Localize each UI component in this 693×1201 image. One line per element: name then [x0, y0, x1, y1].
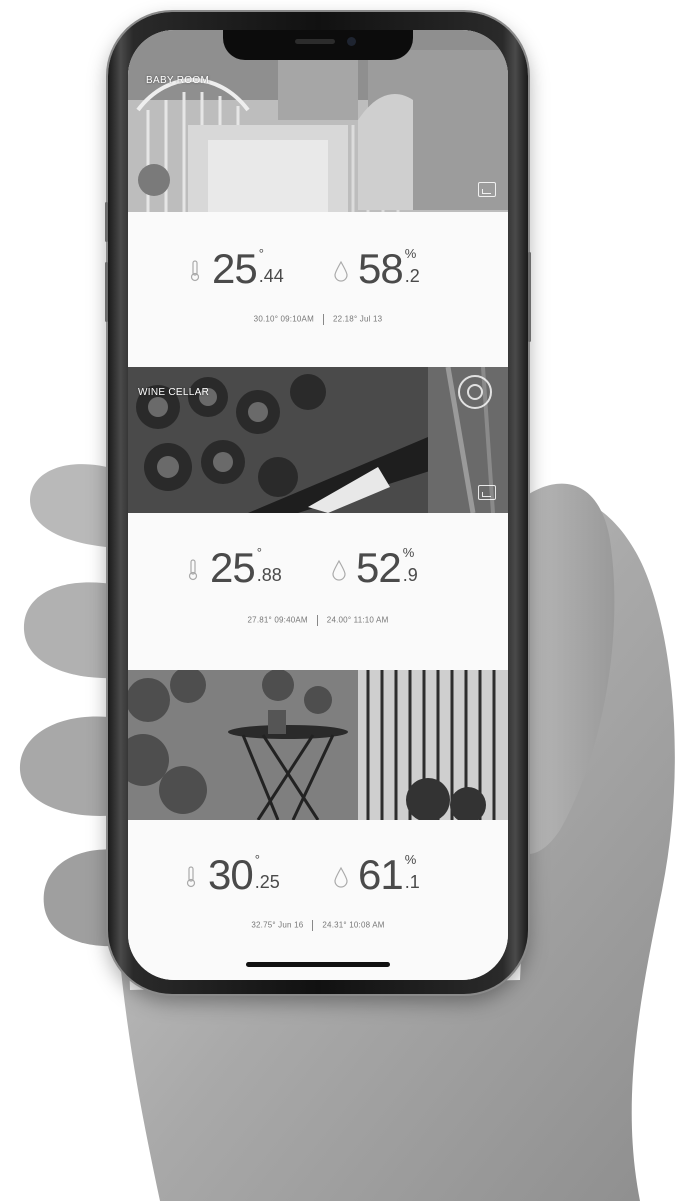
thermometer-icon: [190, 260, 200, 282]
thermometer-icon: [186, 866, 196, 888]
room-label: BABY ROOM: [146, 75, 210, 86]
volume-up-button: [105, 262, 108, 322]
droplet-icon: [334, 866, 348, 888]
stat-divider: [316, 615, 318, 626]
temperature-decimal: .25: [254, 872, 280, 892]
humidity-value: 58: [358, 245, 404, 292]
temperature-reading: 25 ° .44: [188, 245, 284, 292]
front-camera: [347, 37, 356, 46]
min-max-stats: 32.75° Jun 16 24.31° 10:08 AM: [128, 920, 508, 931]
home-indicator[interactable]: [246, 962, 390, 967]
humidity-value: 52: [356, 544, 402, 591]
stat-right: 22.18° Jul 13: [332, 314, 383, 324]
humidity-unit: %: [404, 852, 417, 867]
humidity-decimal: .1: [404, 872, 420, 892]
app-screen: BABY ROOM 25 ° .44 58 % .2 30.10° 09:10AM 2…: [128, 30, 508, 980]
stat-right: 24.31° 10:08 AM: [322, 920, 385, 930]
humidity-reading: 52 % .9: [332, 544, 418, 591]
temperature-value: 25: [212, 245, 258, 292]
stat-divider: [322, 314, 324, 325]
side-button: [105, 202, 108, 242]
humidity-reading: 61 % .1: [334, 851, 420, 898]
phone: BABY ROOM 25 ° .44 58 % .2 30.10° 09:10AM 2…: [105, 12, 531, 994]
stat-divider: [312, 920, 314, 931]
room-readings-patio[interactable]: 30 ° .25 61 % .1 32.75° Jun 16 24.31° 10:08…: [128, 820, 508, 980]
stat-left: 30.10° 09:10AM: [253, 314, 314, 324]
humidity-decimal: .9: [402, 565, 418, 585]
temperature-unit: °: [256, 545, 262, 560]
droplet-icon: [334, 260, 348, 282]
image-icon[interactable]: [478, 182, 496, 197]
temperature-value: 30: [208, 851, 254, 898]
room-readings-baby[interactable]: 25 ° .44 58 % .2 30.10° 09:10AM 22.18° Jul …: [128, 212, 508, 368]
thermometer-icon: [188, 559, 198, 581]
min-max-stats: 30.10° 09:10AM 22.18° Jul 13: [128, 314, 508, 325]
stat-right: 24.00° 11:10 AM: [326, 615, 389, 625]
image-icon[interactable]: [478, 485, 496, 500]
stat-left: 27.81° 09:40AM: [247, 615, 308, 625]
room-photo-wine-cellar[interactable]: WINE CELLAR: [128, 367, 508, 513]
droplet-icon: [332, 559, 346, 581]
room-label: WINE CELLAR: [138, 387, 210, 398]
humidity-unit: %: [404, 246, 417, 261]
sensor-icon[interactable]: [458, 375, 492, 409]
temperature-reading: 30 ° .25: [184, 851, 280, 898]
temperature-unit: °: [258, 246, 264, 261]
temperature-decimal: .88: [256, 565, 282, 585]
temperature-unit: °: [254, 852, 260, 867]
humidity-decimal: .2: [404, 266, 420, 286]
speaker-grille: [295, 39, 335, 44]
humidity-reading: 58 % .2: [334, 245, 420, 292]
notch: [223, 30, 413, 60]
temperature-value: 25: [210, 544, 256, 591]
min-max-stats: 27.81° 09:40AM 24.00° 11:10 AM: [128, 615, 508, 626]
room-photo-patio[interactable]: [128, 670, 508, 820]
stat-left: 32.75° Jun 16: [251, 920, 304, 930]
humidity-value: 61: [358, 851, 404, 898]
room-readings-wine-cellar[interactable]: 25 ° .88 52 % .9 27.81° 09:40AM 24.00° 11:1…: [128, 513, 508, 671]
power-button: [528, 252, 531, 342]
humidity-unit: %: [402, 545, 415, 560]
temperature-reading: 25 ° .88: [186, 544, 282, 591]
temperature-decimal: .44: [258, 266, 284, 286]
